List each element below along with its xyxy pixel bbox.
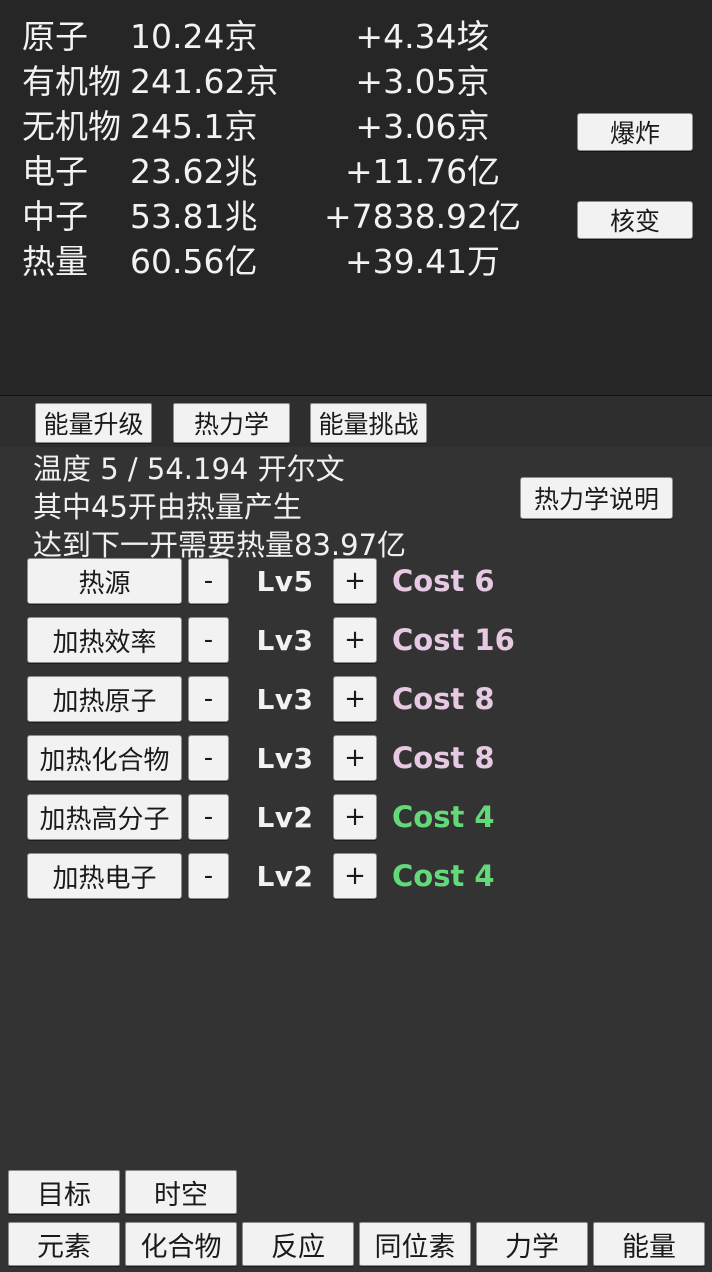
resource-label: 无机物 [22, 107, 121, 146]
nav-button-secondary[interactable]: 反应 [242, 1222, 354, 1266]
resource-value: 53.81兆 [130, 197, 258, 236]
upgrade-level-label: Lv3 [256, 741, 314, 775]
upgrade-increment-button[interactable]: + [333, 558, 377, 604]
upgrade-row: 加热高分子 - Lv2 + Cost 4 [0, 794, 712, 853]
resource-stat-list: 原子 10.24京 +4.34垓有机物 241.62京 +3.05京无机物 245.1京 +… [0, 14, 560, 284]
upgrade-increment-button[interactable]: + [333, 794, 377, 840]
upgrade-cost-label: Cost 8 [392, 682, 495, 716]
upgrade-cost-label: Cost 4 [392, 859, 495, 893]
resource-header: 原子 10.24京 +4.34垓有机物 241.62京 +3.05京无机物 245.1京 +… [0, 0, 712, 325]
upgrade-decrement-button[interactable]: - [188, 853, 229, 899]
resource-value: 245.1京 [130, 107, 258, 146]
nav-button-primary[interactable]: 目标 [8, 1170, 120, 1214]
thermodynamics-help-button[interactable]: 热力学说明 [520, 477, 673, 519]
resource-label: 中子 [22, 197, 88, 236]
upgrade-increment-button[interactable]: + [333, 735, 377, 781]
upgrade-name-button[interactable]: 加热效率 [27, 617, 182, 663]
upgrade-increment-button[interactable]: + [333, 853, 377, 899]
resource-value: 60.56亿 [130, 242, 258, 281]
resource-label: 电子 [22, 152, 88, 191]
resource-row: 电子 23.62兆 +11.76亿 [0, 149, 560, 194]
upgrade-row: 加热化合物 - Lv3 + Cost 8 [0, 735, 712, 794]
upgrade-cost-label: Cost 8 [392, 741, 495, 775]
upgrade-level-label: Lv2 [256, 800, 314, 834]
thermodynamics-panel: 温度 5 / 54.194 开尔文 其中45开由热量产生 达到下一开需要热量83… [0, 447, 712, 1165]
upgrade-decrement-button[interactable]: - [188, 558, 229, 604]
upgrade-list: 热源 - Lv5 + Cost 6 加热效率 - Lv3 + Cost 16 加热原子 - Lv3 + Co… [0, 558, 712, 912]
temperature-info: 温度 5 / 54.194 开尔文 其中45开由热量产生 达到下一开需要热量83… [33, 450, 503, 564]
upgrade-name-button[interactable]: 加热化合物 [27, 735, 182, 781]
resource-rate: +7838.92亿 [323, 197, 522, 236]
upgrade-decrement-button[interactable]: - [188, 794, 229, 840]
resource-label: 热量 [22, 242, 88, 281]
nav-button-primary[interactable]: 时空 [125, 1170, 237, 1214]
nav-button-secondary[interactable]: 化合物 [125, 1222, 237, 1266]
resource-rate: +39.41万 [344, 242, 501, 281]
tab-thermodynamics[interactable]: 热力学 [173, 403, 290, 443]
heat-contribution-line: 其中45开由热量产生 [33, 490, 302, 524]
resource-rate: +3.05京 [355, 62, 490, 101]
upgrade-increment-button[interactable]: + [333, 676, 377, 722]
upgrade-decrement-button[interactable]: - [188, 617, 229, 663]
resource-value: 23.62兆 [130, 152, 258, 191]
resource-row: 中子 53.81兆 +7838.92亿 [0, 194, 560, 239]
nav-row-primary: 目标 时空 [0, 1170, 712, 1214]
resource-row: 原子 10.24京 +4.34垓 [0, 14, 560, 59]
upgrade-cost-label: Cost 16 [392, 623, 515, 657]
resource-row: 热量 60.56亿 +39.41万 [0, 239, 560, 284]
upgrade-cost-label: Cost 4 [392, 800, 495, 834]
upgrade-cost-label: Cost 6 [392, 564, 495, 598]
fission-button[interactable]: 核变 [577, 201, 693, 239]
upgrade-row: 加热电子 - Lv2 + Cost 4 [0, 853, 712, 912]
icon-toolbar [0, 325, 712, 709]
upgrade-name-button[interactable]: 热源 [27, 558, 182, 604]
bottom-navigation: 目标 时空 元素 化合物 反应 同位素 力学 能量 [0, 1165, 712, 1272]
resource-rate: +3.06京 [355, 107, 490, 146]
resource-value: 10.24京 [130, 17, 258, 56]
tab-energy-upgrade[interactable]: 能量升级 [35, 403, 152, 443]
temperature-line: 温度 5 / 54.194 开尔文 [33, 452, 345, 486]
upgrade-decrement-button[interactable]: - [188, 676, 229, 722]
upgrade-name-button[interactable]: 加热高分子 [27, 794, 182, 840]
resource-row: 无机物 245.1京 +3.06京 [0, 104, 560, 149]
nav-button-secondary[interactable]: 同位素 [359, 1222, 471, 1266]
upgrade-level-label: Lv2 [256, 859, 314, 893]
upgrade-row: 加热原子 - Lv3 + Cost 8 [0, 676, 712, 735]
upgrade-row: 加热效率 - Lv3 + Cost 16 [0, 617, 712, 676]
upgrade-level-label: Lv5 [256, 564, 314, 598]
nav-button-secondary[interactable]: 能量 [593, 1222, 705, 1266]
resource-label: 原子 [22, 17, 88, 56]
upgrade-decrement-button[interactable]: - [188, 735, 229, 781]
upgrade-name-button[interactable]: 加热原子 [27, 676, 182, 722]
resource-value: 241.62京 [130, 62, 279, 101]
explode-button[interactable]: 爆炸 [577, 113, 693, 151]
nav-button-secondary[interactable]: 元素 [8, 1222, 120, 1266]
upgrade-level-label: Lv3 [256, 682, 314, 716]
section-tab-bar: 能量升级 热力学 能量挑战 [0, 395, 712, 447]
nav-button-secondary[interactable]: 力学 [476, 1222, 588, 1266]
resource-label: 有机物 [22, 62, 121, 101]
game-screen: 原子 10.24京 +4.34垓有机物 241.62京 +3.05京无机物 245.1京 +… [0, 0, 712, 1272]
resource-rate: +4.34垓 [355, 17, 490, 56]
upgrade-level-label: Lv3 [256, 623, 314, 657]
resource-row: 有机物 241.62京 +3.05京 [0, 59, 560, 104]
resource-rate: +11.76亿 [344, 152, 501, 191]
upgrade-name-button[interactable]: 加热电子 [27, 853, 182, 899]
tab-energy-challenge[interactable]: 能量挑战 [310, 403, 427, 443]
upgrade-row: 热源 - Lv5 + Cost 6 [0, 558, 712, 617]
upgrade-increment-button[interactable]: + [333, 617, 377, 663]
nav-row-secondary: 元素 化合物 反应 同位素 力学 能量 [0, 1222, 712, 1266]
